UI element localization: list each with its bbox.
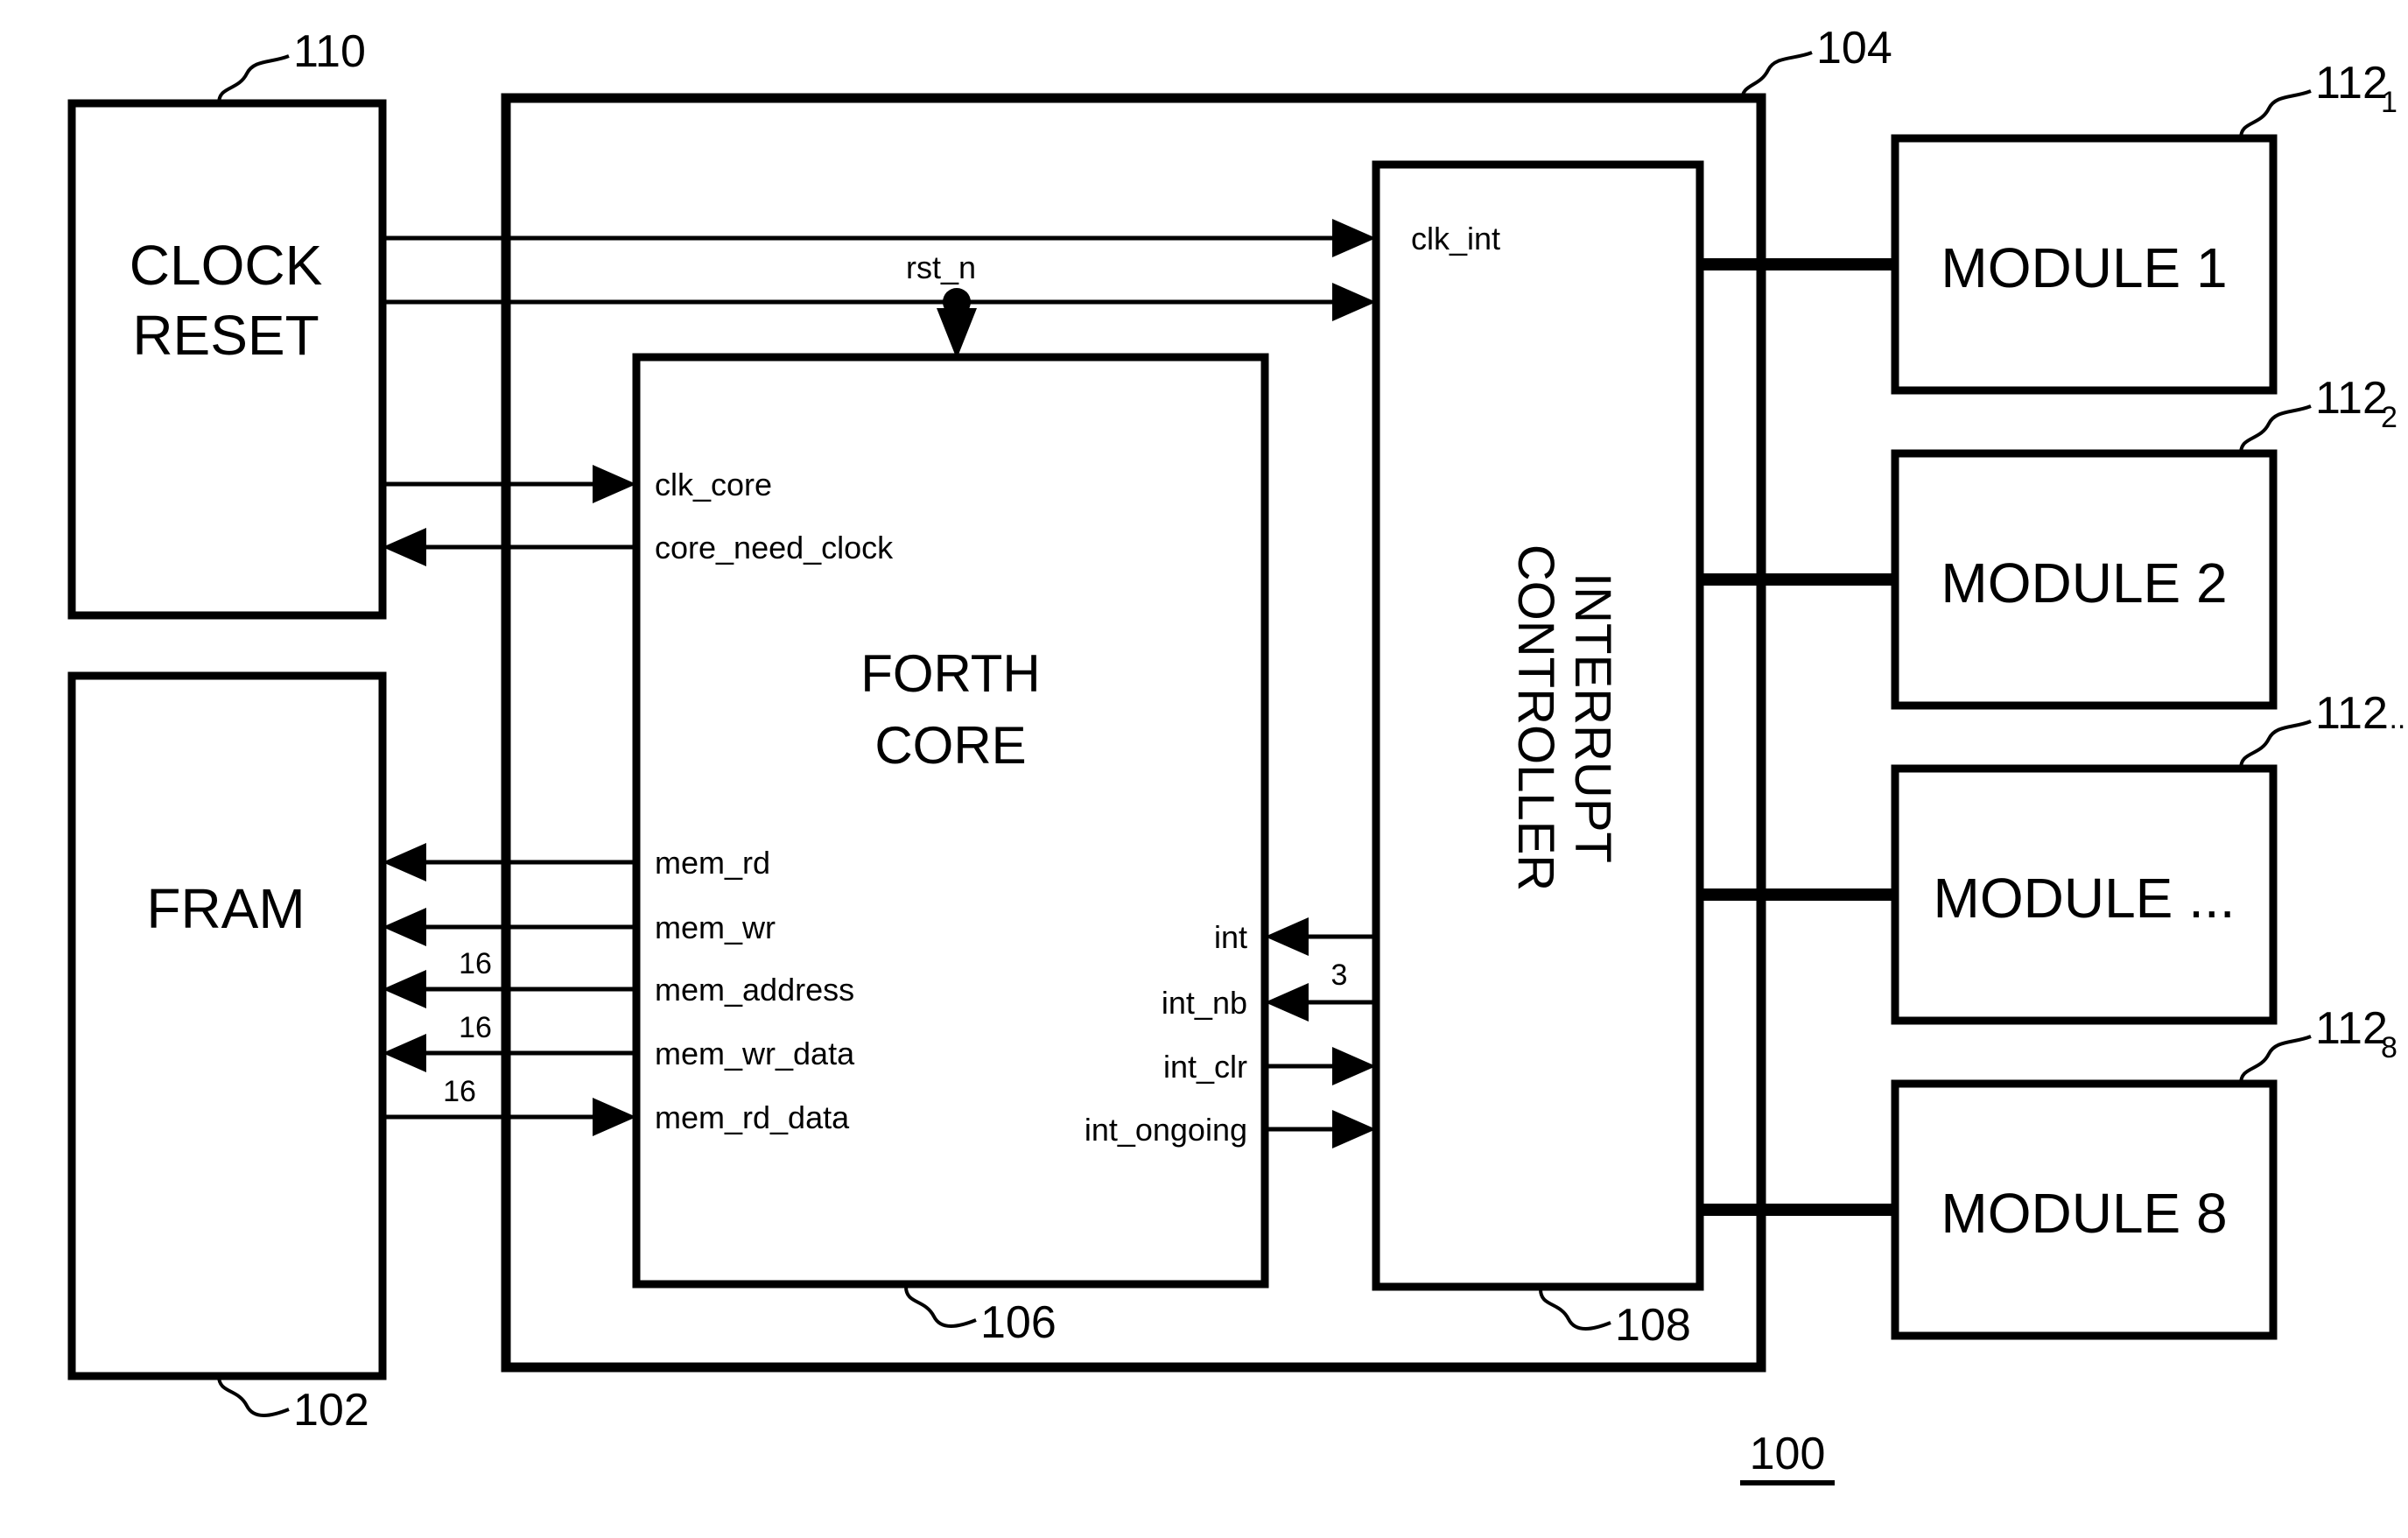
bus-width-mem-rd-data: 16 — [443, 1075, 476, 1108]
mem-address-label: mem_address — [655, 972, 854, 1008]
block-diagram-canvas: 104 CLOCK RESET 110 FRAM 102 FORTH CORE … — [67, 23, 2405, 1485]
arrowhead-rst-n-core — [937, 308, 977, 359]
int-ongoing-label: int_ongoing — [1085, 1112, 1247, 1148]
arrowhead-mem-address — [383, 970, 426, 1008]
int-clr-label: int_clr — [1163, 1049, 1247, 1085]
module-label-2: MODULE 2 — [1941, 551, 2227, 614]
patent-figure: 104 CLOCK RESET 110 FRAM 102 FORTH CORE … — [0, 0, 2408, 1538]
fram-label: FRAM — [146, 877, 305, 940]
ref-number-112-3: 112 — [2315, 688, 2388, 739]
clk-int-label: clk_int — [1411, 221, 1500, 256]
rst-n-label: rst_n — [906, 249, 976, 285]
arrowhead-mem-rd — [383, 843, 426, 881]
arrowhead-int-ongoing — [1332, 1110, 1376, 1148]
clk-core-label: clk_core — [655, 467, 772, 502]
int-label: int — [1214, 919, 1247, 955]
ref-number-106: 106 — [980, 1297, 1057, 1348]
core-need-clock-label: core_need_clock — [655, 530, 894, 565]
mem-rd-data-label: mem_rd_data — [655, 1099, 850, 1135]
ref-subscript-112-4: 8 — [2381, 1031, 2397, 1064]
ref-lead-106 — [904, 1286, 977, 1328]
ref-lead-112-3 — [2239, 720, 2312, 769]
ref-lead-112-2 — [2239, 404, 2312, 454]
arrowhead-mem-rd-data — [593, 1098, 636, 1136]
ref-number-112-1: 112 — [2315, 58, 2388, 109]
ref-lead-112-1 — [2239, 89, 2312, 139]
arrowhead-clk-int — [1332, 219, 1376, 257]
bus-width-mem-address: 16 — [459, 947, 492, 980]
ref-subscript-112-1: 1 — [2381, 86, 2397, 119]
bus-width-mem-wr-data: 16 — [459, 1011, 492, 1044]
arrowhead-clk-core — [593, 465, 636, 503]
fram-block — [67, 671, 387, 1380]
module-label-4: MODULE 8 — [1941, 1182, 2227, 1245]
figure-number: 100 — [1750, 1429, 1826, 1479]
ref-lead-112-4 — [2239, 1035, 2312, 1085]
forth-core-label-line2: CORE — [874, 716, 1026, 775]
arrowhead-int — [1265, 917, 1309, 956]
ref-number-112-4: 112 — [2315, 1003, 2388, 1054]
arrowhead-int-clr — [1332, 1047, 1376, 1085]
int-nb-label: int_nb — [1162, 985, 1247, 1021]
forth-core-label-line1: FORTH — [860, 644, 1041, 703]
bus-width-int-nb: 3 — [1331, 959, 1348, 992]
ref-number-102: 102 — [293, 1385, 369, 1436]
arrowhead-mem-wr-data — [383, 1034, 426, 1072]
clock-reset-label-line2: RESET — [132, 304, 319, 367]
arrowhead-rst-n-ic — [1332, 283, 1376, 321]
arrowhead-int-nb — [1265, 983, 1309, 1022]
module-label-1: MODULE 1 — [1941, 236, 2227, 299]
mem-rd-label: mem_rd — [655, 845, 770, 881]
ref-number-112-2: 112 — [2315, 373, 2388, 424]
interrupt-controller-label-line1: INTERRUPT — [1564, 572, 1621, 863]
ref-lead-110 — [217, 54, 290, 104]
arrowhead-mem-wr — [383, 908, 426, 946]
mem-wr-label: mem_wr — [655, 909, 776, 945]
module-label-3: MODULE ... — [1934, 867, 2236, 930]
arrowhead-core-need-clock — [383, 528, 426, 566]
ref-subscript-112-3: ... — [2381, 702, 2405, 735]
ref-number-110: 110 — [293, 26, 366, 77]
mem-wr-data-label: mem_wr_data — [655, 1036, 855, 1071]
ref-number-108: 108 — [1615, 1300, 1691, 1351]
interrupt-controller-label-line2: CONTROLLER — [1507, 544, 1564, 891]
clock-reset-label-line1: CLOCK — [130, 234, 323, 297]
ref-subscript-112-2: 2 — [2381, 401, 2397, 434]
ref-lead-108 — [1539, 1289, 1611, 1331]
ref-lead-102 — [217, 1375, 290, 1417]
ref-number-104: 104 — [1816, 23, 1892, 74]
